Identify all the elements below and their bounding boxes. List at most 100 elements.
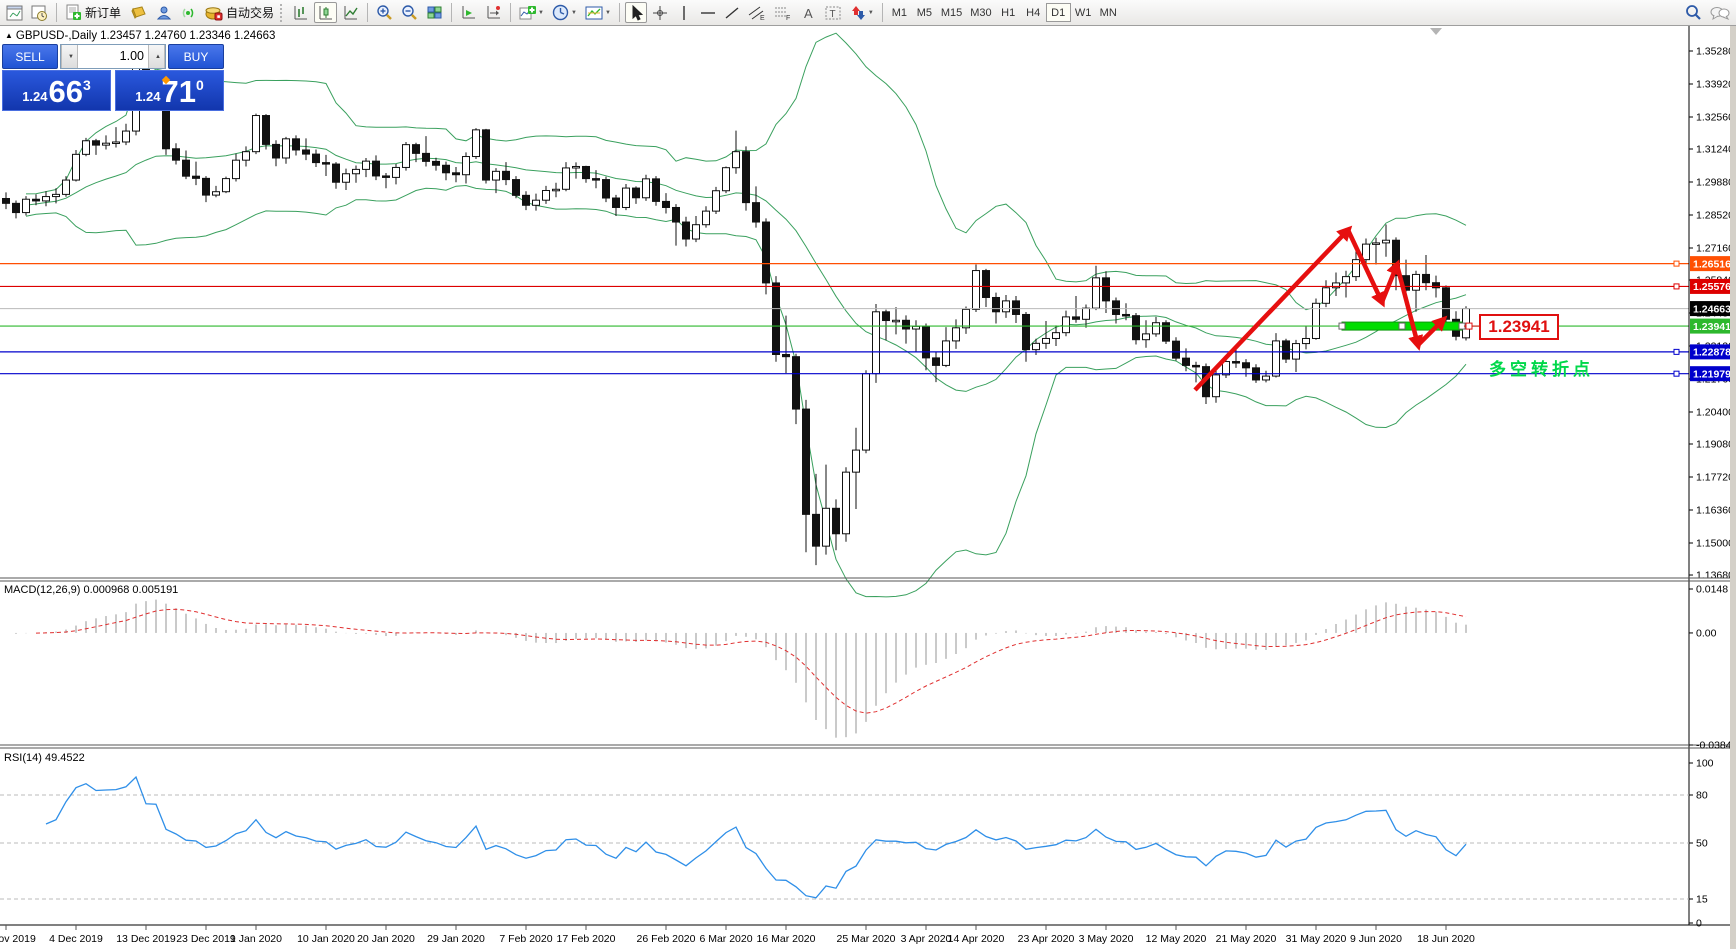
new-order-button[interactable]: 新订单 [62,2,124,23]
buy-button[interactable]: BUY [168,44,224,69]
dropdown-icon: ▼ [604,9,611,16]
toolbar-separator [618,3,620,22]
signals-button[interactable] [177,2,200,23]
timeframe-mn[interactable]: MN [1096,3,1121,22]
candles-layer [2,54,1470,566]
svg-text:6 Mar 2020: 6 Mar 2020 [699,933,752,945]
chart-window: 1.35280 1.33920 1.32560 1.31240 1.29880 1.285… [0,26,1736,949]
autoscroll-button[interactable] [457,2,480,23]
cursor-button[interactable] [624,2,647,23]
collapse-trade-panel-icon[interactable]: ▲ [5,31,13,40]
timeframe-h4[interactable]: H4 [1021,3,1046,22]
rsi-label: RSI(14) 49.4522 [4,752,85,764]
svg-text:1.21979: 1.21979 [1693,368,1730,380]
toolbar-separator [881,3,883,22]
timeframe-w1[interactable]: W1 [1071,3,1096,22]
search-button[interactable] [1682,2,1705,23]
rsi-value: 49.4522 [44,752,85,764]
vertical-line-button[interactable] [673,2,695,23]
svg-text:21 May 2020: 21 May 2020 [1216,933,1277,945]
text-label-button[interactable]: T [821,2,845,23]
new-order-label: 新订单 [85,6,122,20]
profiles-button[interactable] [28,2,51,23]
person-icon [156,6,172,19]
sell-price-small: 1.24 [22,89,48,104]
quote-open: 1.23457 [100,30,142,42]
svg-text:3 Apr 2020: 3 Apr 2020 [901,933,952,945]
autotrading-icon [205,7,223,21]
timeframe-d1[interactable]: D1 [1045,3,1071,23]
text-label-icon: T [825,6,841,20]
bar-chart-button[interactable] [289,2,312,23]
price-annotation-box[interactable]: 1.23941 [1479,314,1559,340]
text-button[interactable]: A [797,2,819,23]
svg-text:7 Feb 2020: 7 Feb 2020 [499,933,552,945]
candlestick-chart-button[interactable] [314,2,338,23]
chart-window-icon [6,5,23,20]
trendline-icon [725,6,739,19]
equidistant-channel-button[interactable]: E [745,2,769,23]
volume-up-button[interactable]: ▲ [148,45,165,68]
svg-text:17 Feb 2020: 17 Feb 2020 [557,933,616,945]
new-chart-button[interactable] [3,2,26,23]
volume-value[interactable]: 1.00 [78,45,148,68]
macd-values: 0.000968 0.005191 [83,584,179,596]
timeframe-m1[interactable]: M1 [887,3,912,22]
sell-price-sup: 3 [83,77,91,93]
svg-text:13 Dec 2019: 13 Dec 2019 [116,933,176,945]
timeframe-m15[interactable]: M15 [937,3,966,22]
template-icon [585,6,603,19]
volume-down-button[interactable]: ▼ [61,45,78,68]
svg-text:1.32560: 1.32560 [1696,111,1730,123]
tile-windows-button[interactable] [423,2,446,23]
chart-shift-icon [487,5,501,18]
periods-button[interactable]: ▼ [549,2,580,23]
dropdown-icon: ▼ [570,9,577,16]
volume-stepper: ▼ 1.00 ▲ [60,44,166,69]
svg-text:1.31240: 1.31240 [1696,144,1730,156]
chart-canvas[interactable]: 1.35280 1.33920 1.32560 1.31240 1.29880 1.285… [0,26,1730,949]
chart-shift-button[interactable] [482,2,505,23]
indicators-button[interactable]: ▼ [516,2,547,23]
svg-text:1.26516: 1.26516 [1693,258,1730,270]
timeframe-m30[interactable]: M30 [966,3,995,22]
svg-text:1.33920: 1.33920 [1696,78,1730,90]
chat-button[interactable] [1707,2,1733,23]
toolbar-grip [280,3,285,22]
svg-text:50: 50 [1696,838,1708,850]
svg-text:23 Apr 2020: 23 Apr 2020 [1018,933,1075,945]
buy-price[interactable]: 1.24 71 0 [115,70,224,111]
autotrading-label: 自动交易 [226,6,275,20]
svg-text:1.20400: 1.20400 [1696,406,1730,418]
svg-text:0.0148: 0.0148 [1696,584,1728,596]
timeframe-m5[interactable]: M5 [912,3,937,22]
sell-price[interactable]: 1.24 66 3 [2,70,111,111]
svg-text:31 May 2020: 31 May 2020 [1286,933,1347,945]
zoom-in-button[interactable] [373,2,396,23]
fibonacci-button[interactable]: F [771,2,795,23]
line-chart-icon [344,5,358,19]
gold-button[interactable] [126,2,150,23]
sell-button[interactable]: SELL [2,44,58,69]
shapes-button[interactable]: ▼ [847,2,877,23]
bollinger-bands [25,32,1467,598]
horizontal-line-button[interactable] [697,2,719,23]
timeframe-h1[interactable]: H1 [996,3,1021,22]
templates-button[interactable]: ▼ [582,2,614,23]
zoom-out-button[interactable] [398,2,421,23]
macd-pane: 0.0148 0.00 -0.038415 [15,584,1730,752]
account-button[interactable] [152,2,175,23]
turning-point-note[interactable]: 多空转折点 [1489,355,1594,380]
rsi-name: RSI(14) [4,752,42,764]
svg-text:-0.038415: -0.038415 [1696,740,1730,752]
svg-text:1.19080: 1.19080 [1696,439,1730,451]
cursor-icon [632,4,643,21]
autotrading-button[interactable]: 自动交易 [202,2,277,23]
date-axis: 25 Nov 2019 4 Dec 2019 13 Dec 201923 Dec 2… [0,924,1730,945]
tile-windows-icon [427,6,442,18]
line-chart-button[interactable] [339,2,362,23]
crosshair-button[interactable] [649,2,671,23]
trendline-button[interactable] [721,2,743,23]
timeframe-group: M1 M5 M15 M30 H1 H4 D1 W1 MN [887,3,1121,23]
svg-text:0.00: 0.00 [1696,627,1717,639]
